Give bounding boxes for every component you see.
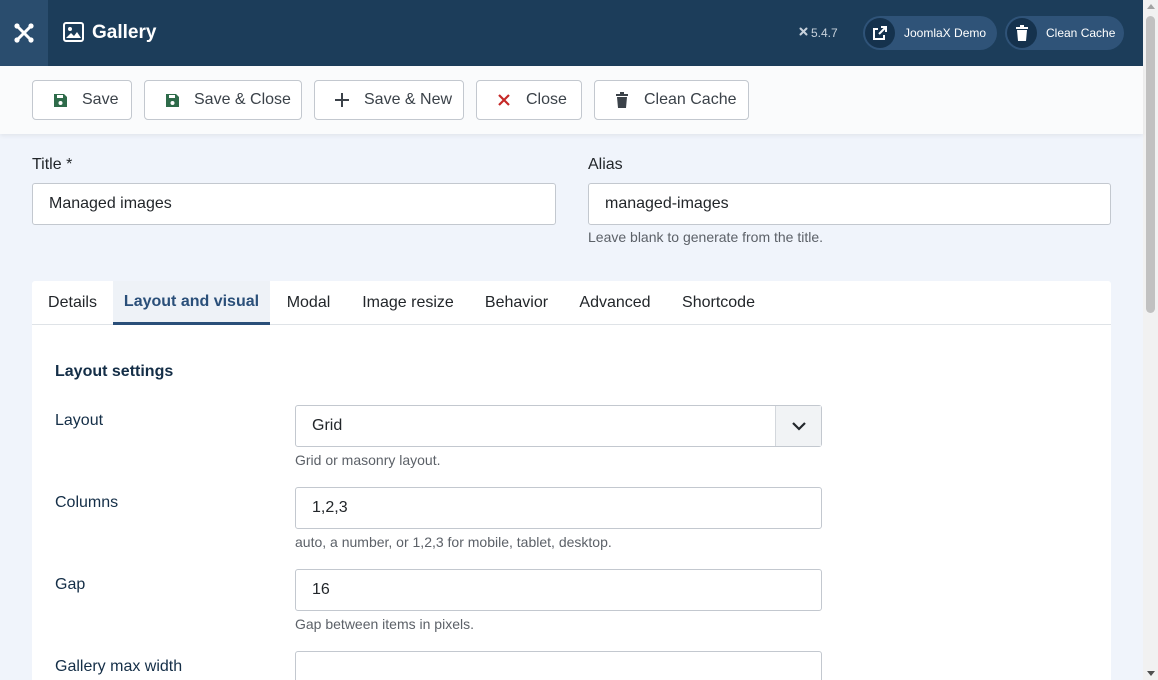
trash-icon [614, 92, 630, 108]
close-label: Close [526, 91, 567, 108]
action-toolbar: Save Save & Close Save & New Close Clean… [0, 66, 1143, 134]
cache-label: Clean Cache [1046, 26, 1116, 40]
alias-label: Alias [588, 156, 623, 173]
tab-advanced[interactable]: Advanced [564, 281, 666, 325]
scroll-down-arrow[interactable] [1147, 671, 1155, 676]
scroll-thumb[interactable] [1146, 16, 1155, 313]
tab-layout-and-visual[interactable]: Layout and visual [113, 281, 270, 325]
layout-select-value: Grid [312, 417, 343, 434]
max-width-label: Gallery max width [55, 658, 183, 675]
gap-input[interactable]: 16 [295, 569, 822, 611]
save-close-button[interactable]: Save & Close [144, 80, 302, 120]
joomla-small-icon [798, 25, 809, 41]
joomlax-demo-link[interactable]: JoomlaX Demo [863, 16, 997, 50]
max-width-input[interactable] [295, 651, 822, 680]
demo-label: JoomlaX Demo [904, 26, 987, 40]
layout-settings-heading: Layout settings [55, 363, 174, 380]
page-scrollbar[interactable] [1143, 0, 1158, 680]
trash-icon [1007, 18, 1037, 48]
close-button[interactable]: Close [476, 80, 582, 120]
save-new-label: Save & New [364, 91, 453, 108]
version-label: 5.4.7 [811, 26, 838, 40]
top-header: Gallery 5.4.7 JoomlaX Demo Clean Cache [0, 0, 1143, 66]
title-label: Title * [32, 156, 73, 173]
header-clean-cache-button[interactable]: Clean Cache [1005, 16, 1124, 50]
tab-details[interactable]: Details [32, 281, 113, 325]
title-input[interactable]: Managed images [32, 183, 556, 225]
clean-cache-button[interactable]: Clean Cache [594, 80, 749, 120]
scroll-up-arrow[interactable] [1147, 4, 1155, 9]
external-link-icon [865, 18, 895, 48]
floppy-disk-icon [164, 92, 180, 108]
columns-label: Columns [55, 494, 119, 511]
version-info: 5.4.7 [798, 25, 838, 41]
layout-hint: Grid or masonry layout. [295, 452, 441, 468]
save-label: Save [82, 91, 119, 108]
settings-card: Details Layout and visual Modal Image re… [32, 281, 1111, 680]
tab-shortcode[interactable]: Shortcode [666, 281, 771, 325]
save-button[interactable]: Save [32, 80, 132, 120]
alias-input[interactable]: managed-images [588, 183, 1111, 225]
tab-image-resize[interactable]: Image resize [347, 281, 469, 325]
joomla-icon [14, 23, 34, 43]
layout-label: Layout [55, 412, 104, 429]
clean-cache-label: Clean Cache [644, 91, 737, 108]
columns-hint: auto, a number, or 1,2,3 for mobile, tab… [295, 534, 612, 550]
alias-hint: Leave blank to generate from the title. [588, 229, 824, 245]
page-title: Gallery [92, 22, 157, 43]
chevron-down-icon[interactable] [775, 406, 821, 446]
gap-hint: Gap between items in pixels. [295, 616, 474, 632]
floppy-disk-icon [52, 92, 68, 108]
columns-input[interactable]: 1,2,3 [295, 487, 822, 529]
close-icon [496, 92, 512, 108]
layout-select[interactable]: Grid [295, 405, 822, 447]
tab-modal[interactable]: Modal [270, 281, 347, 325]
plus-icon [334, 92, 350, 108]
gap-label: Gap [55, 576, 86, 593]
joomla-logo[interactable] [0, 0, 48, 66]
image-icon [63, 22, 84, 42]
tab-behavior[interactable]: Behavior [469, 281, 564, 325]
tab-bar: Details Layout and visual Modal Image re… [32, 281, 1111, 325]
save-close-label: Save & Close [194, 91, 291, 108]
save-new-button[interactable]: Save & New [314, 80, 464, 120]
